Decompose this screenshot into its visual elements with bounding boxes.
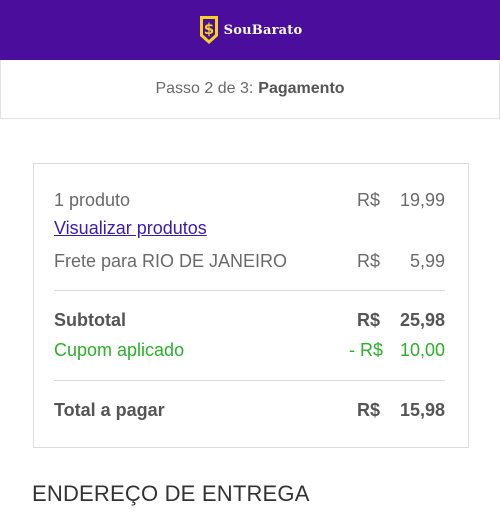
svg-text:$: $ [203, 20, 213, 38]
coupon-value: 10,00 [399, 339, 445, 360]
total-label: Total a pagar [54, 399, 165, 420]
shipping-value: 5,99 [409, 250, 445, 271]
coupon-currency: - R$ [349, 339, 384, 360]
products-value: 19,99 [399, 189, 445, 210]
shipping-row: Frete para RIO DE JANEIRO R$ 5,99 [54, 249, 445, 273]
subtotal-row: Subtotal R$ 25,98 [54, 308, 445, 332]
checkout-step-indicator: Passo 2 de 3: Pagamento [0, 60, 500, 119]
brand-name: SouBarato [223, 22, 303, 38]
shipping-currency: R$ [357, 250, 381, 271]
app-header: $ SouBarato [0, 0, 500, 60]
products-currency: R$ [357, 189, 381, 210]
delivery-address-title: ENDEREÇO DE ENTREGA [32, 481, 310, 506]
total-value: 15,98 [399, 399, 445, 420]
coupon-label: Cupom aplicado [54, 339, 185, 360]
total-row: Total a pagar R$ 15,98 [54, 398, 445, 422]
step-current: Pagamento [258, 80, 345, 97]
total-currency: R$ [357, 399, 381, 420]
subtotal-label: Subtotal [54, 309, 126, 330]
products-row: 1 produto R$ 19,99 [54, 188, 445, 212]
divider [54, 380, 445, 381]
dollar-shield-icon: $ [199, 16, 218, 44]
shipping-label: Frete para RIO DE JANEIRO [54, 250, 288, 271]
order-summary-card: 1 produto R$ 19,99 Visualizar produtos F… [33, 163, 469, 448]
divider [54, 290, 445, 291]
view-products-link[interactable]: Visualizar produtos [54, 218, 207, 239]
subtotal-currency: R$ [357, 309, 381, 330]
step-prefix: Passo 2 de 3: [155, 80, 254, 97]
brand-logo-link[interactable]: $ SouBarato [198, 14, 303, 46]
coupon-row: Cupom aplicado - R$ 10,00 [54, 338, 445, 362]
products-label: 1 produto [54, 189, 131, 210]
subtotal-value: 25,98 [399, 309, 445, 330]
